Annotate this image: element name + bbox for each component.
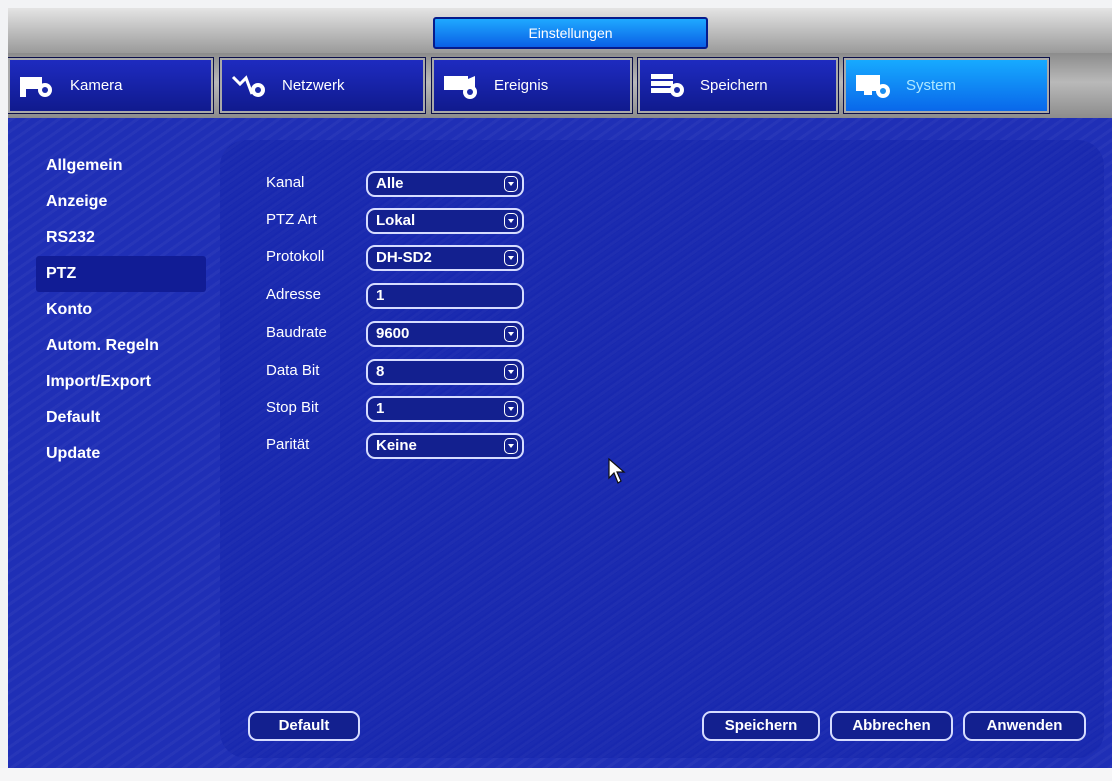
sidebar-item-update[interactable]: Update [36,436,206,472]
sidebar-item-allgemein[interactable]: Allgemein [36,148,206,184]
settings-screen: Einstellungen Kamera Netzwerk Ereignis S… [8,8,1112,768]
sidebar-item-default[interactable]: Default [36,400,206,436]
ptz-art-select[interactable]: Lokal [366,208,524,234]
tab-label: Speichern [700,77,768,94]
bottom-strip [0,768,1112,781]
tab-kamera[interactable]: Kamera [8,57,214,114]
tab-label: System [906,77,957,94]
event-settings-icon [444,75,477,99]
chevron-down-icon [504,401,518,417]
protokoll-select[interactable]: DH-SD2 [366,245,524,271]
tab-label: Kamera [70,77,123,94]
sidebar-item-ptz[interactable]: PTZ [36,256,206,292]
camera-settings-icon [20,76,52,97]
tab-ereignis[interactable]: Ereignis [431,57,633,114]
stop-bit-label: Stop Bit [266,399,319,416]
tab-label: Ereignis [494,77,549,94]
settings-sidebar: Allgemein Anzeige RS232 PTZ Konto Autom.… [36,148,206,472]
stop-bit-value: 1 [376,400,385,417]
chevron-down-icon [504,364,518,380]
paritaet-label: Parität [266,436,310,453]
stop-bit-select[interactable]: 1 [366,396,524,422]
data-bit-select[interactable]: 8 [366,359,524,385]
main-tab-bar: Kamera Netzwerk Ereignis Speichern Syste… [8,53,1112,118]
adresse-input[interactable]: 1 [366,283,524,309]
data-bit-label: Data Bit [266,362,320,379]
sidebar-item-import-export[interactable]: Import/Export [36,364,206,400]
kanal-value: Alle [376,175,404,192]
baudrate-value: 9600 [376,325,410,342]
kanal-select[interactable]: Alle [366,171,524,197]
window-title: Einstellungen [433,17,708,49]
chevron-down-icon [504,176,518,192]
chevron-down-icon [504,213,518,229]
tab-label: Netzwerk [282,77,345,94]
save-button[interactable]: Speichern [702,711,820,741]
network-settings-icon [231,74,265,97]
paritaet-value: Keine [376,437,417,454]
sidebar-item-autom-regeln[interactable]: Autom. Regeln [36,328,206,364]
tab-speichern[interactable]: Speichern [637,57,839,114]
default-button[interactable]: Default [248,711,360,741]
data-bit-value: 8 [376,363,385,380]
tab-netzwerk[interactable]: Netzwerk [219,57,426,114]
kanal-label: Kanal [266,174,305,191]
mouse-cursor-icon [608,458,626,484]
paritaet-select[interactable]: Keine [366,433,524,459]
chevron-down-icon [504,438,518,454]
ptz-art-value: Lokal [376,212,416,229]
storage-settings-icon [651,73,684,97]
baudrate-label: Baudrate [266,324,327,341]
adresse-label: Adresse [266,286,322,303]
protokoll-value: DH-SD2 [376,249,432,266]
apply-button[interactable]: Anwenden [963,711,1086,741]
sidebar-item-anzeige[interactable]: Anzeige [36,184,206,220]
baudrate-select[interactable]: 9600 [366,321,524,347]
adresse-value: 1 [376,287,385,304]
chevron-down-icon [504,250,518,266]
system-settings-icon [856,74,890,98]
sidebar-item-rs232[interactable]: RS232 [36,220,206,256]
cancel-button[interactable]: Abbrechen [830,711,953,741]
sidebar-item-konto[interactable]: Konto [36,292,206,328]
ptz-art-label: PTZ Art [266,211,317,228]
tab-system[interactable]: System [843,57,1050,114]
protokoll-label: Protokoll [266,248,325,265]
title-bar: Einstellungen [8,8,1112,53]
chevron-down-icon [504,326,518,342]
